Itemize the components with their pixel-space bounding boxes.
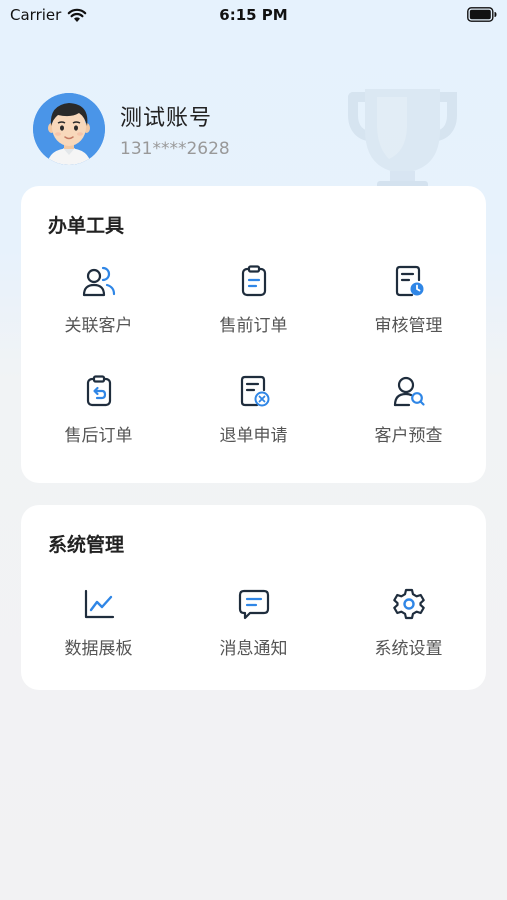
tools-card: 办单工具 关联客户 售前订单 审核管理 售后订单 退单申请 客户预查 [21,186,486,483]
tools-card-title: 办单工具 [48,215,125,237]
system-grid: 数据展板 消息通知 系统设置 [21,587,486,677]
tool-customer-precheck[interactable]: 客户预查 [331,374,486,484]
clipboard-return-icon [82,374,116,408]
user-search-icon [392,374,426,408]
tool-label: 审核管理 [374,316,443,336]
clipboard-list-icon [237,264,271,298]
system-label: 消息通知 [219,639,288,659]
document-clock-icon [392,264,426,298]
wifi-icon [67,8,87,23]
tool-link-customer[interactable]: 关联客户 [21,264,176,374]
tool-cancel-request[interactable]: 退单申请 [176,374,331,484]
tool-presale-order[interactable]: 售前订单 [176,264,331,374]
user-phone: 131****2628 [120,139,230,159]
tool-label: 售前订单 [219,316,288,336]
line-chart-icon [82,587,116,621]
system-dashboard[interactable]: 数据展板 [21,587,176,677]
battery-icon [467,7,497,22]
gear-icon [392,587,426,621]
tool-aftersale-order[interactable]: 售后订单 [21,374,176,484]
system-label: 系统设置 [374,639,443,659]
document-cancel-icon [237,374,271,408]
system-settings[interactable]: 系统设置 [331,587,486,677]
system-card: 系统管理 数据展板 消息通知 系统设置 [21,505,486,690]
tool-label: 关联客户 [64,316,133,336]
tool-label: 退单申请 [219,426,288,446]
status-left: Carrier [10,6,87,24]
link-customer-icon [82,264,116,298]
status-bar: Carrier 6:15 PM [0,0,507,32]
message-icon [237,587,271,621]
user-name: 测试账号 [120,106,213,131]
system-notifications[interactable]: 消息通知 [176,587,331,677]
system-label: 数据展板 [64,639,133,659]
tools-grid: 关联客户 售前订单 审核管理 售后订单 退单申请 客户预查 [21,264,486,484]
tool-label: 客户预查 [374,426,443,446]
trophy-icon [335,85,470,194]
avatar[interactable] [33,93,105,165]
tool-label: 售后订单 [64,426,133,446]
tool-audit-management[interactable]: 审核管理 [331,264,486,374]
system-card-title: 系统管理 [48,534,125,556]
carrier-label: Carrier [10,6,62,24]
